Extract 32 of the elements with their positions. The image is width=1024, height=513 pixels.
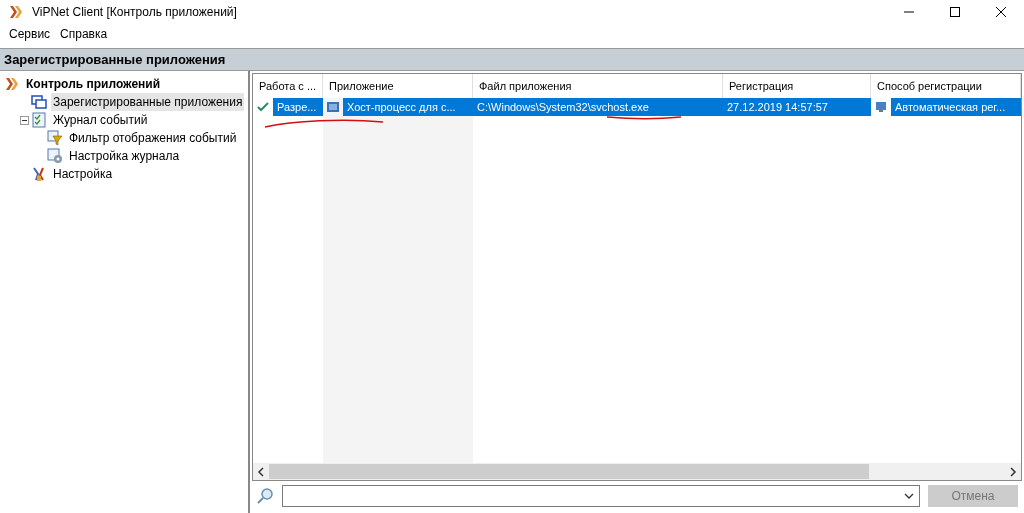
filter-icon (47, 130, 63, 146)
table-cell[interactable]: Разре... (273, 98, 323, 116)
settings-icon (47, 148, 63, 164)
close-icon[interactable] (996, 7, 1006, 17)
tree-item[interactable]: Настройка (51, 165, 115, 183)
tree-item[interactable]: Журнал событий (51, 111, 150, 129)
tree-item[interactable]: Контроль приложений (24, 75, 163, 93)
table-cell[interactable]: 27.12.2019 14:57:57 (723, 98, 871, 116)
table-cell[interactable]: C:\Windows\System32\svchost.exe (473, 98, 723, 116)
menu-item[interactable]: Сервис (4, 25, 56, 43)
scrollbar-thumb[interactable] (269, 464, 869, 479)
collapse-toggle[interactable] (20, 115, 29, 125)
monitor-icon (875, 101, 887, 113)
tools-icon (31, 166, 47, 182)
horizontal-scrollbar[interactable] (253, 463, 1021, 480)
table-cell[interactable]: Автоматическая рег... (891, 98, 1021, 116)
section-header: Зарегистрированные приложения (0, 48, 1024, 70)
maximize-icon[interactable] (950, 7, 960, 17)
tree-item[interactable]: Настройка журнала (67, 147, 182, 165)
window-icon (327, 101, 339, 113)
menu-item[interactable]: Справка (55, 25, 113, 43)
logo-icon (4, 76, 20, 92)
search-field[interactable] (282, 485, 920, 507)
logo-icon (8, 4, 24, 20)
table-cell[interactable]: Хост-процесс для с... (343, 98, 473, 116)
tree-item[interactable]: Фильтр отображения событий (67, 129, 239, 147)
checklist-icon (31, 112, 47, 128)
check-icon (257, 101, 269, 113)
windows-icon (31, 94, 47, 110)
tree-item[interactable]: Зарегистрированные приложения (51, 93, 245, 111)
search-icon (256, 487, 274, 505)
window-title: ViPNet Client [Контроль приложений] (32, 4, 237, 21)
